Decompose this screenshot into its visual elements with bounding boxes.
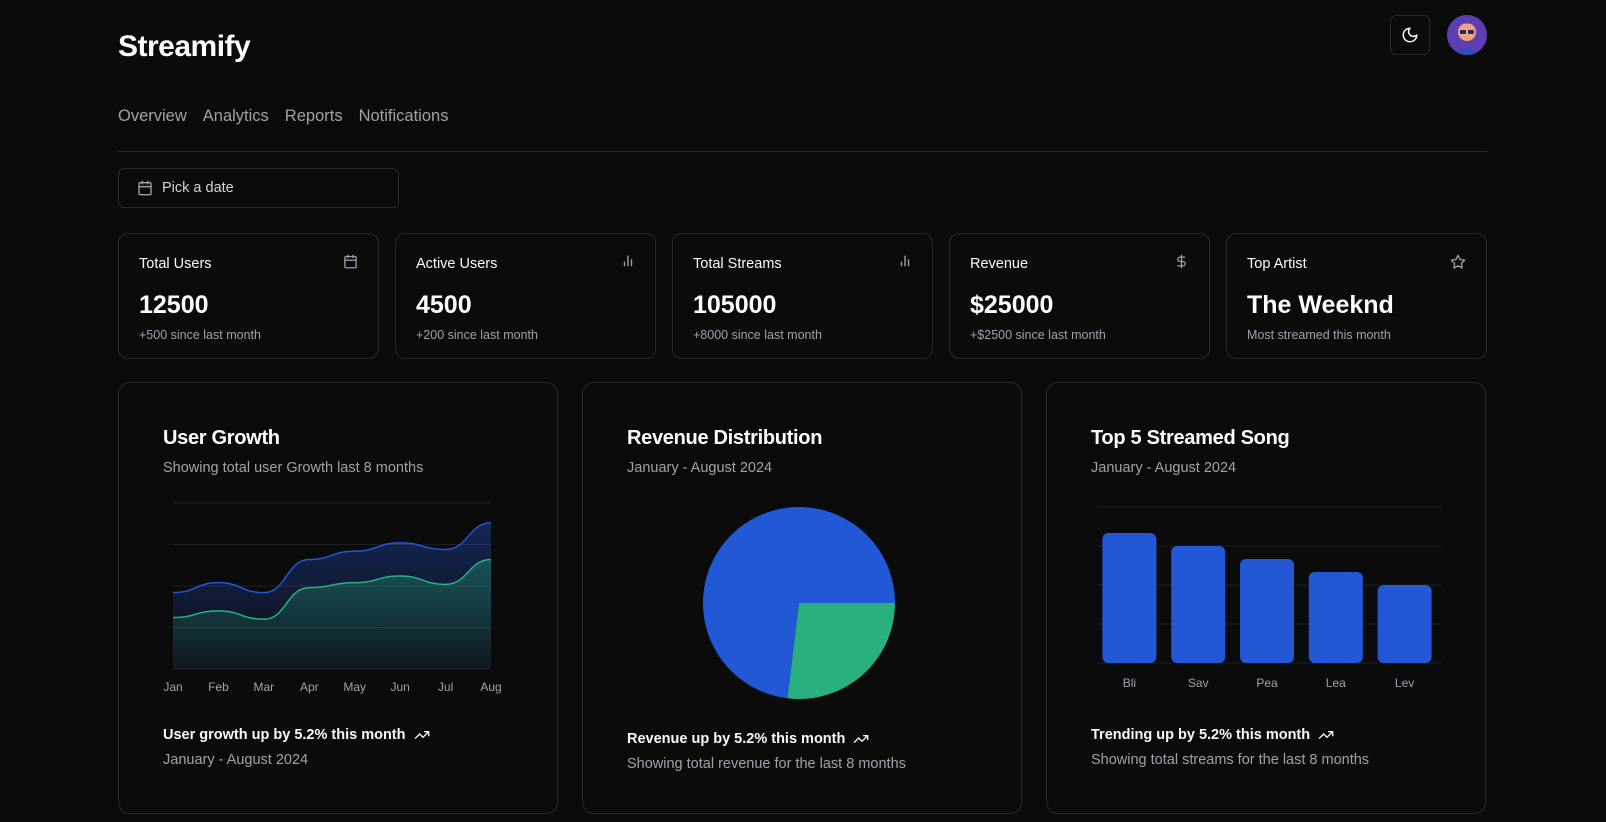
card-footer: Trending up by 5.2% this month Showing t…: [1091, 727, 1369, 768]
footer-trend-text: Trending up by 5.2% this month: [1091, 727, 1311, 743]
footer-trend: Revenue up by 5.2% this month: [627, 731, 906, 747]
footer-trend-text: Revenue up by 5.2% this month: [627, 731, 846, 747]
card-footer: Revenue up by 5.2% this month Showing to…: [627, 731, 906, 772]
stat-title: Total Streams: [693, 256, 782, 272]
stat-card-total-streams: Total Streams 105000 +8000 since last mo…: [672, 233, 933, 359]
x-tick-label: Sav: [1188, 676, 1209, 690]
footer-trend: User growth up by 5.2% this month: [163, 727, 430, 743]
stat-value: $25000: [970, 291, 1054, 319]
date-picker-placeholder: Pick a date: [162, 180, 234, 196]
star-icon: [1450, 254, 1466, 269]
bar[interactable]: [1240, 559, 1294, 663]
user-avatar[interactable]: [1447, 15, 1487, 55]
app-brand[interactable]: Streamify: [118, 30, 251, 64]
stat-card-top-artist: Top Artist The Weeknd Most streamed this…: [1226, 233, 1487, 359]
footer-subtext: January - August 2024: [163, 752, 309, 768]
stats-row: Total Users 12500 +500 since last month …: [118, 233, 1487, 359]
x-tick-label: Pea: [1256, 676, 1278, 690]
x-tick-label: Mar: [254, 680, 275, 694]
stat-card-active-users: Active Users 4500 +200 since last month: [395, 233, 656, 359]
x-tick-label: Lev: [1395, 676, 1414, 690]
stat-title: Total Users: [139, 256, 212, 272]
date-picker-button[interactable]: Pick a date: [118, 168, 399, 208]
header: Streamify: [118, 0, 1487, 96]
card-title: Top 5 Streamed Song: [1091, 427, 1290, 449]
stat-value: The Weeknd: [1247, 291, 1394, 319]
stat-subtext: Most streamed this month: [1247, 328, 1391, 342]
x-tick-label: Aug: [480, 680, 501, 694]
stat-subtext: +$2500 since last month: [970, 328, 1106, 342]
x-tick-label: Jul: [438, 680, 453, 694]
pie-slice: [787, 603, 895, 699]
top-songs-bar-chart: Bli Sav Pea Lea Lev: [1097, 506, 1441, 690]
bar-chart-icon: [900, 255, 910, 267]
x-tick-label: Lea: [1326, 676, 1346, 690]
trending-up-icon: [414, 731, 429, 739]
calendar-icon: [344, 254, 357, 269]
tab-bar: Overview Analytics Reports Notifications: [118, 96, 1487, 152]
card-title: User Growth: [163, 427, 280, 449]
stat-subtext: +500 since last month: [139, 328, 261, 342]
stat-title: Active Users: [416, 256, 498, 272]
footer-trend-text: User growth up by 5.2% this month: [163, 727, 406, 743]
trending-up-icon: [854, 735, 869, 743]
x-tick-label: Apr: [300, 680, 319, 694]
moon-icon: [1402, 27, 1418, 43]
stat-title: Top Artist: [1247, 256, 1307, 272]
page-container: Streamify Overview Analytics Reports Not…: [118, 0, 1487, 814]
card-footer: User growth up by 5.2% this month Januar…: [163, 727, 430, 768]
charts-row: User Growth Showing total user Growth la…: [118, 382, 1486, 814]
card-description: January - August 2024: [1091, 460, 1237, 476]
x-tick-label: Jan: [163, 680, 182, 694]
avatar-image-icon: [1447, 15, 1487, 55]
stat-card-revenue: Revenue $25000 +$2500 since last month: [949, 233, 1210, 359]
dollar-icon: [1177, 254, 1186, 269]
bar[interactable]: [1377, 585, 1432, 663]
bar-chart-icon: [623, 255, 633, 267]
stat-value: 105000: [693, 291, 777, 319]
tab-overview[interactable]: Overview: [118, 107, 187, 126]
theme-toggle-button[interactable]: [1390, 15, 1430, 55]
revenue-pie-chart: [703, 507, 895, 699]
footer-subtext: Showing total revenue for the last 8 mon…: [627, 756, 906, 772]
top-songs-card: Top 5 Streamed Song January - August 202…: [1046, 382, 1486, 814]
x-tick-label: Feb: [208, 680, 229, 694]
x-tick-label: May: [343, 680, 366, 694]
x-tick-label: Bli: [1123, 676, 1136, 690]
bar[interactable]: [1171, 546, 1226, 663]
bar[interactable]: [1308, 572, 1363, 663]
card-description: January - August 2024: [627, 460, 773, 476]
stat-subtext: +8000 since last month: [693, 328, 822, 342]
stat-value: 4500: [416, 291, 472, 319]
stat-subtext: +200 since last month: [416, 328, 538, 342]
x-tick-label: Jun: [390, 680, 409, 694]
tab-analytics[interactable]: Analytics: [203, 107, 269, 126]
tab-notifications[interactable]: Notifications: [359, 107, 449, 126]
stat-value: 12500: [139, 291, 209, 319]
stat-card-total-users: Total Users 12500 +500 since last month: [118, 233, 379, 359]
revenue-distribution-card: Revenue Distribution January - August 20…: [582, 382, 1022, 814]
bar[interactable]: [1102, 533, 1157, 663]
calendar-icon: [138, 180, 152, 196]
tab-reports[interactable]: Reports: [285, 107, 343, 126]
card-title: Revenue Distribution: [627, 427, 823, 449]
footer-trend: Trending up by 5.2% this month: [1091, 727, 1369, 743]
card-description: Showing total user Growth last 8 months: [163, 460, 424, 476]
user-growth-card: User Growth Showing total user Growth la…: [118, 382, 558, 814]
footer-subtext: Showing total streams for the last 8 mon…: [1091, 752, 1370, 768]
trending-up-icon: [1318, 731, 1334, 739]
user-growth-area-chart: Jan Feb Mar Apr May Jun Jul Aug: [163, 502, 502, 694]
stat-title: Revenue: [970, 256, 1029, 272]
header-actions: [1390, 15, 1487, 55]
